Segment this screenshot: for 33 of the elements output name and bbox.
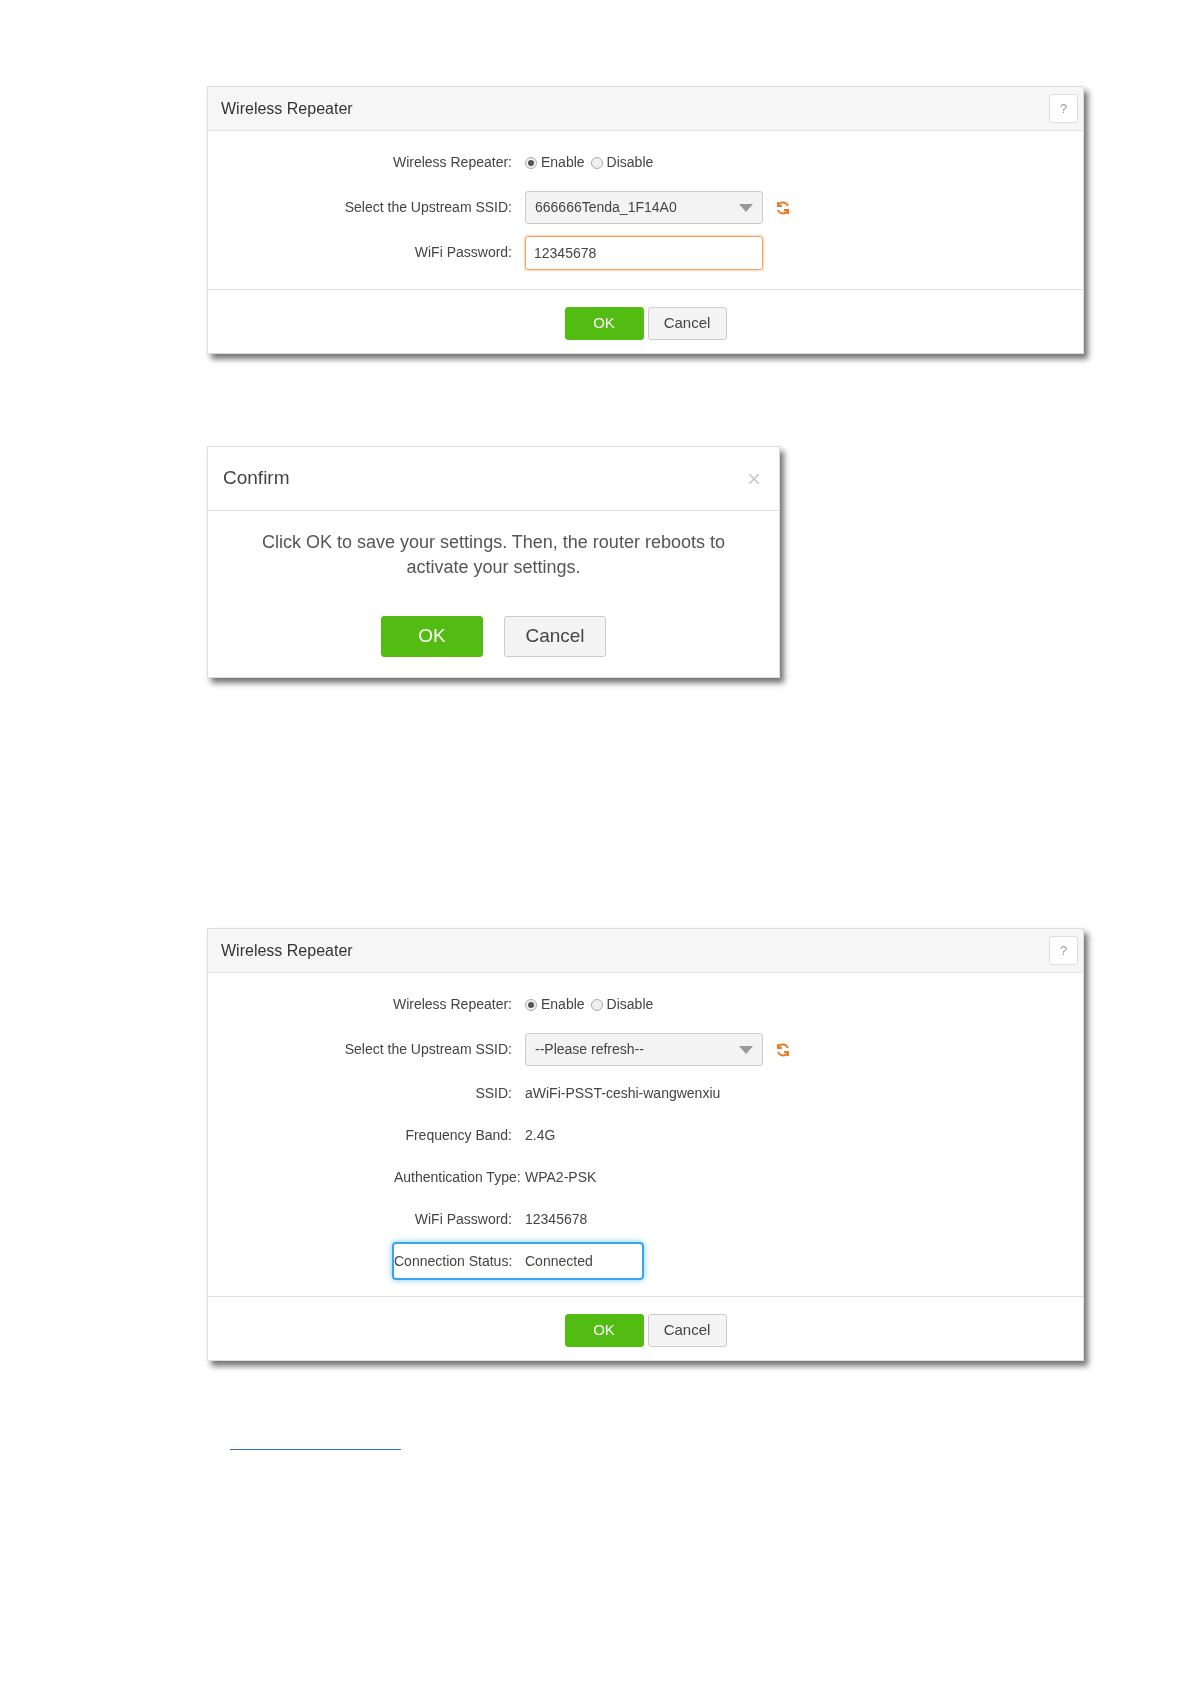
field-value: 2.4G [525, 1125, 556, 1145]
field-label: WiFi Password: [413, 243, 513, 262]
radio-option[interactable]: Enable [525, 994, 585, 1015]
refresh-icon[interactable] [775, 199, 791, 216]
cancel-button[interactable]: Cancel [504, 616, 606, 657]
field-label: Select the Upstream SSID: [343, 198, 513, 217]
field-value: aWiFi-PSST-ceshi-wangwenxiu [525, 1083, 721, 1103]
field-label: SSID: [474, 1083, 513, 1103]
refresh-icon[interactable] [775, 1041, 791, 1058]
ssid-dropdown[interactable]: --Please refresh-- [525, 1033, 763, 1066]
field-label: Frequency Band: [404, 1125, 513, 1145]
cancel-button[interactable]: Cancel [647, 1314, 727, 1347]
caret-icon [739, 203, 753, 212]
field-value: 12345678 [525, 1209, 588, 1229]
radio-option[interactable]: Disable [590, 152, 654, 173]
dialog-title: Wireless Repeater [221, 940, 353, 961]
ssid-dropdown[interactable]: 666666Tenda_1F14A0 [525, 191, 763, 224]
field-label: Select the Upstream SSID: [343, 1040, 513, 1059]
field-label: WiFi Password: [413, 1209, 513, 1229]
caret-icon [739, 1045, 753, 1054]
dialog-title: Confirm [223, 466, 290, 491]
radio-option[interactable]: Disable [590, 994, 654, 1015]
field-label: Wireless Repeater: [391, 153, 513, 172]
confirm-message: Click OK to save your settings. Then, the router reboots to activate your settings. [261, 531, 726, 579]
field-value: WPA2-PSK [525, 1167, 597, 1187]
dialog-title: Wireless Repeater [221, 98, 353, 119]
password-field[interactable]: 12345678 [525, 235, 763, 270]
cancel-button[interactable]: Cancel [647, 307, 727, 340]
radio-option[interactable]: Enable [525, 152, 585, 173]
field-value: Connected [525, 1251, 593, 1271]
field-label: Connection Status: [394, 1251, 514, 1271]
field-label: Wireless Repeater: [391, 995, 513, 1014]
field-label: Authentication Type: [394, 1167, 522, 1187]
